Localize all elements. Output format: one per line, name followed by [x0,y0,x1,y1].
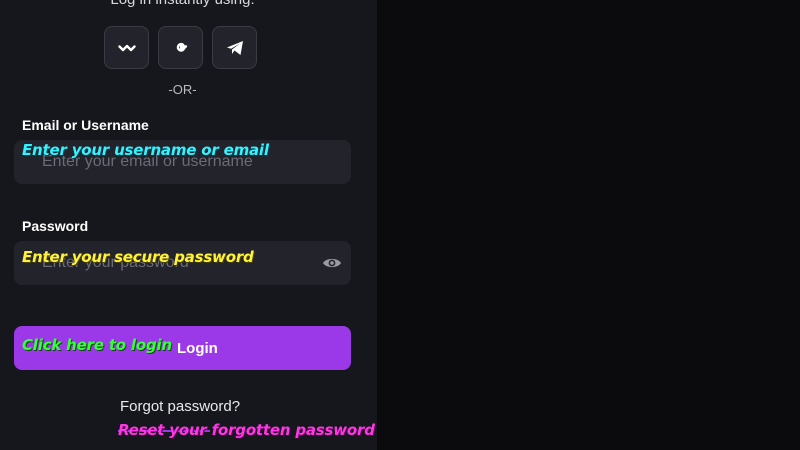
password-annotation: Enter your secure password [22,248,254,266]
login-annotation: Click here to login [22,336,172,354]
social-login-row [104,26,257,69]
password-field[interactable]: Enter your password Enter your secure pa… [14,241,351,285]
email-field[interactable]: Enter your email or username Enter your … [14,140,351,184]
forgot-password-link[interactable]: Forgot password? [120,398,240,415]
walletconnect-icon [117,42,136,54]
walletconnect-button[interactable] [104,26,149,69]
login-panel: Log in instantly using: -OR- [0,0,377,450]
forgot-password-annotation: Reset your forgotten password [118,421,375,439]
background-area [377,0,800,450]
login-instantly-text: Log in instantly using: [0,0,365,8]
password-label: Password [22,218,89,234]
telegram-button[interactable] [212,26,257,69]
or-divider: -OR- [168,82,197,97]
telegram-icon [226,40,244,56]
eye-icon[interactable] [322,253,342,278]
email-annotation: Enter your username or email [22,141,269,159]
google-icon [173,40,189,56]
login-label: Login [177,340,218,357]
login-button[interactable]: Login Click here to login [14,326,351,370]
google-button[interactable] [158,26,203,69]
email-label: Email or Username [22,117,149,133]
